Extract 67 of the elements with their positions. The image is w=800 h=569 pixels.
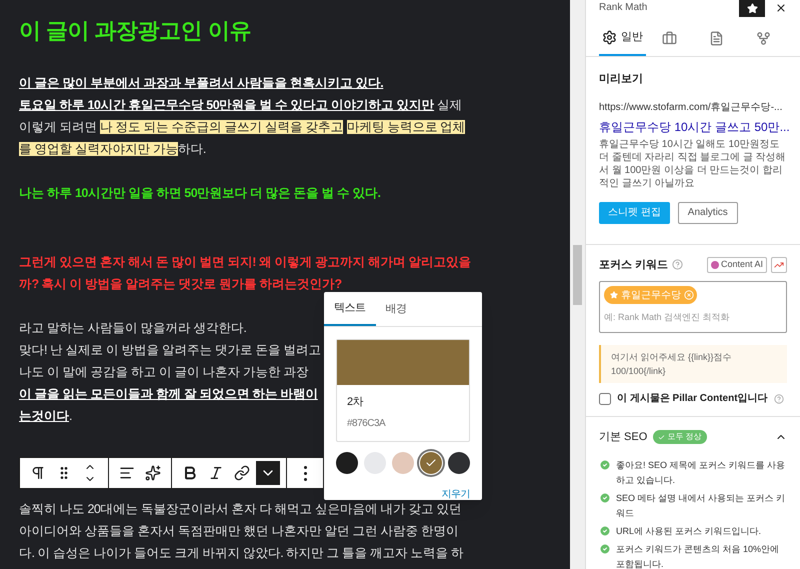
field-label: 포커스 키워드 xyxy=(599,258,668,272)
paragraph-line: 까? 혹시 이 방법을 알려주는 댓갓로 뭔가를 하려는것인가? xyxy=(19,276,342,293)
color-swatch[interactable] xyxy=(420,452,442,474)
paragraph-icon xyxy=(30,465,46,481)
paragraph-line: 이 글을 읽는 모든이들과 함께 잘 되었으면 하는 바램이 xyxy=(19,386,318,403)
post-title[interactable]: 이 글이 과장광고인 이유 xyxy=(19,16,251,46)
sidebar-tab[interactable]: 일반 xyxy=(599,20,646,56)
close-button[interactable] xyxy=(775,2,787,14)
check-text: 좋아요! SEO 제목에 포커스 키워드를 사용하고 있습니다. xyxy=(616,458,786,486)
color-name: 2차 xyxy=(347,395,364,410)
check-icon xyxy=(658,434,666,441)
star-icon xyxy=(610,291,618,299)
scrollbar-thumb[interactable] xyxy=(573,245,582,305)
content-ai-button[interactable]: Content AI xyxy=(706,256,767,273)
paragraph-line: 아이디어와 상품들을 혼자서 독점판매만 했던 나혼자만 알던 그런 사람중 한명이 xyxy=(19,523,458,540)
paragraph-line: 솔찍히 나도 20대에는 독불장군이라서 혼자 다 해먹고 싶은마음에 내가 갖고 있던 xyxy=(19,501,462,518)
more-options-icon xyxy=(304,466,306,480)
snippet-button[interactable]: Analytics xyxy=(678,202,738,224)
popover-tab[interactable]: 배경 xyxy=(376,292,416,326)
sparkle-icon xyxy=(145,465,161,481)
preview-url: https://www.stofarm.com/휴일근무수당-... xyxy=(599,100,782,114)
content-ai-icon xyxy=(710,260,719,269)
trend-icon xyxy=(774,260,784,270)
notice-box: 여기서 읽어주세요 {{link}}점수 100/100{/link} xyxy=(599,345,787,383)
bold-icon xyxy=(182,465,198,481)
color-hex: #876C3A xyxy=(347,417,386,431)
check-text: 포커스 키워드가 콘텐츠의 처음 10%안에 포함됩니다. xyxy=(616,542,780,569)
close-icon xyxy=(775,2,787,14)
check-text: SEO 메타 설명 내에서 사용되는 포커스 키워드 xyxy=(616,492,786,520)
check-text: URL에 사용된 포커스 키워드입니다. xyxy=(616,524,762,538)
paragraph-line: 다. 이 습성은 나이가 들어도 크게 바뀌지 않았다. 하지만 그 틀을 깨고자 노력을 하 xyxy=(19,545,464,562)
preview-title[interactable]: 휴일근무수당 10시간 글쓰고 50만... xyxy=(599,118,790,136)
paragraph-line: 를 영업할 실력자야지만 가능하다. xyxy=(19,141,206,158)
scrollbar[interactable] xyxy=(570,0,585,569)
settings-icon xyxy=(602,30,617,44)
paragraph-line: 라고 말하는 사람들이 많을꺼라 생각한다. xyxy=(19,320,246,337)
panel-title: Rank Math xyxy=(599,2,648,14)
color-swatch[interactable] xyxy=(336,452,358,474)
popover-tab[interactable]: 텍스트 xyxy=(324,292,376,326)
color-swatch[interactable] xyxy=(448,452,470,474)
paragraph-line: 토요일 하루 10시간 휴일근무수당 50만원을 벌 수 있다고 이야기하고 있지만 실제 xyxy=(19,97,462,114)
star-icon xyxy=(746,2,758,14)
star-button[interactable] xyxy=(739,0,765,17)
color-swatch[interactable] xyxy=(392,452,414,474)
paragraph-line: 맞다! 난 실제로 이 방법을 알려주는 댓가로 돈을 벌려고 xyxy=(19,342,321,359)
paragraph-line: 이 글은 많이 부분에서 과장과 부풀려서 사람들을 현혹시키고 있다. xyxy=(19,75,384,92)
keyword-input[interactable]: 예: Rank Math 검색엔진 최적화 xyxy=(604,311,782,324)
checkbox-label: 이 게시물은 Pillar Content입니다 xyxy=(617,392,768,406)
italic-icon xyxy=(208,465,224,481)
document-icon xyxy=(709,30,724,46)
briefcase-icon xyxy=(662,30,677,46)
align-icon xyxy=(119,465,135,481)
preview-description: 휴일근무수당 10시간 일해도 10만원정도 더 줄텐데 자라리 직접 블로그에 글 작성해서 월 100만원 이상을 더 만드는것이 합리적인 글쓰기 아닐까요 xyxy=(599,138,787,190)
paragraph-line: 는것이다. xyxy=(19,408,72,425)
paragraph-line: 그런게 있으면 혼자 해서 돈 많이 벌면 되지! 왜 이렇게 광고까지 해가며 알리고있을 xyxy=(19,254,471,271)
nodes-icon xyxy=(756,30,771,46)
check-icon xyxy=(425,457,437,469)
status-badge: 모두 정상 xyxy=(653,430,707,444)
paragraph-line: 이렇게 되려면 나 정도 되는 수준급의 글쓰기 실력을 갖추고 마케팅 능력으로 업체 xyxy=(19,119,466,136)
paragraph-line: 나도 이 말에 공감을 하고 이 글이 나혼자 가능한 과장 xyxy=(19,364,308,381)
trends-button[interactable] xyxy=(771,256,787,273)
link-icon xyxy=(234,465,250,481)
paragraph-line: 나는 하루 10시간만 일을 하면 50만원보다 더 많은 돈을 벌 수 있다. xyxy=(19,185,380,202)
section-heading: 기본 SEO xyxy=(599,430,648,445)
section-heading: 미리보기 xyxy=(599,72,643,87)
toolbar-button[interactable] xyxy=(256,461,280,485)
pillar-checkbox[interactable] xyxy=(599,392,611,404)
